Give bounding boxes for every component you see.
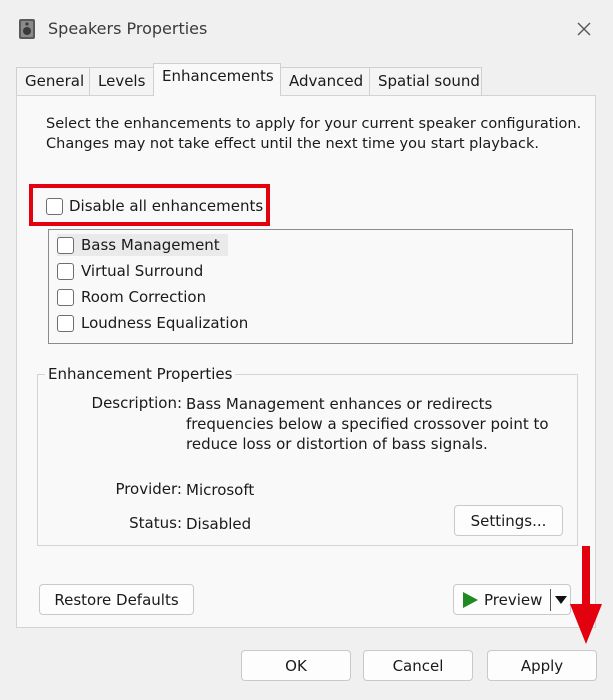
tab-levels[interactable]: Levels: [89, 67, 154, 95]
provider-value: Microsoft: [186, 481, 255, 499]
ok-button[interactable]: OK: [241, 650, 351, 681]
bass-management-checkbox[interactable]: [57, 236, 74, 254]
loudness-equalization-checkbox[interactable]: [57, 314, 74, 332]
description-value: Bass Management enhances or redirects fr…: [186, 395, 549, 453]
cancel-button[interactable]: Cancel: [363, 650, 473, 681]
disable-all-checkbox-row[interactable]: Disable all enhancements: [46, 197, 263, 215]
list-item-label: Loudness Equalization: [81, 314, 249, 332]
virtual-surround-checkbox[interactable]: [57, 262, 74, 280]
provider-label: Provider:: [115, 480, 182, 498]
window-title: Speakers Properties: [48, 19, 208, 38]
list-item-label: Room Correction: [81, 288, 207, 306]
list-item-room-correction[interactable]: Room Correction: [57, 286, 206, 308]
preview-split-divider: [550, 589, 551, 611]
tab-spatial-sound[interactable]: Spatial sound: [369, 67, 482, 95]
chevron-down-icon[interactable]: [555, 596, 567, 604]
description-label: Description:: [91, 394, 182, 412]
intro-text: Select the enhancements to apply for you…: [46, 116, 582, 152]
disable-all-checkbox[interactable]: [46, 197, 63, 215]
play-icon: [463, 591, 478, 608]
status-label: Status:: [129, 514, 182, 532]
room-correction-checkbox[interactable]: [57, 288, 74, 306]
arrow-down-icon: [570, 546, 602, 644]
list-item-label: Virtual Surround: [81, 262, 204, 280]
tab-general[interactable]: General: [16, 67, 90, 95]
settings-button[interactable]: Settings...: [454, 505, 563, 536]
tab-advanced[interactable]: Advanced: [280, 67, 370, 95]
disable-all-label: Disable all enhancements: [69, 197, 264, 215]
enhancements-list[interactable]: Bass Management Virtual Surround Room Co…: [48, 229, 573, 344]
tab-enhancements[interactable]: Enhancements: [153, 63, 281, 96]
speaker-icon: [19, 19, 35, 39]
preview-button[interactable]: Preview: [453, 584, 571, 615]
list-item-label: Bass Management: [81, 236, 220, 254]
list-item-virtual-surround[interactable]: Virtual Surround: [57, 260, 203, 282]
restore-defaults-button[interactable]: Restore Defaults: [39, 584, 194, 615]
tab-panel-enhancements: [16, 95, 596, 628]
list-item-loudness-equalization[interactable]: Loudness Equalization: [57, 312, 248, 334]
preview-label: Preview: [484, 590, 543, 609]
close-icon: [577, 22, 591, 36]
status-value: Disabled: [186, 515, 252, 533]
group-title: Enhancement Properties: [45, 365, 236, 383]
apply-button[interactable]: Apply: [487, 650, 597, 681]
list-item-bass-management[interactable]: Bass Management: [57, 234, 228, 256]
close-button[interactable]: [566, 12, 602, 46]
